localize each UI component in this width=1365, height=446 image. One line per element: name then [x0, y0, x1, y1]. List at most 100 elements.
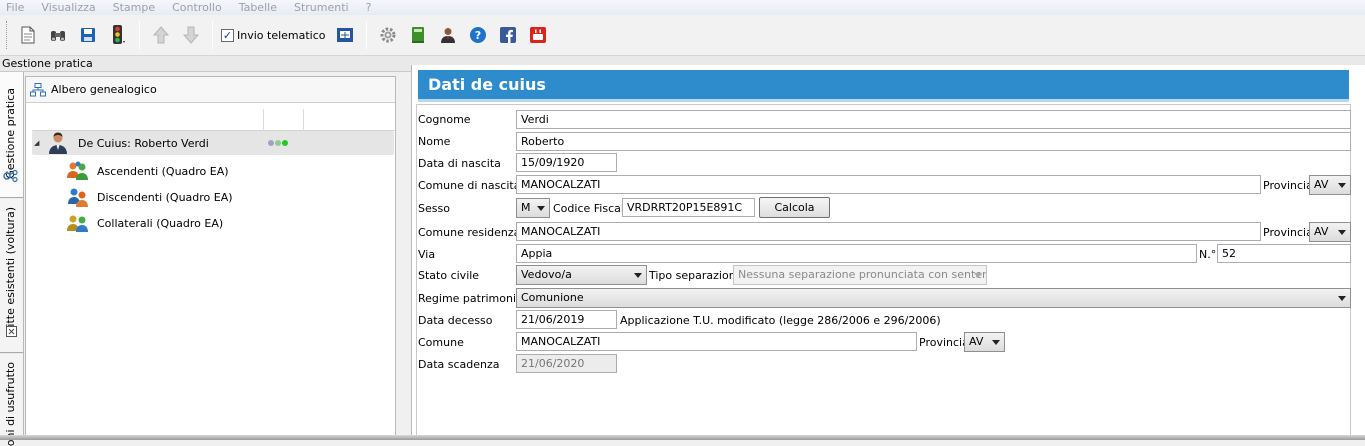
data-nascita-input[interactable]: 15/09/1920: [516, 153, 617, 172]
cognome-label: Cognome: [418, 113, 471, 126]
provincia-nascita-label: Provincia: [1263, 179, 1313, 192]
via-input[interactable]: Appia: [516, 244, 1197, 263]
ditte-icon: [6, 326, 17, 337]
chevron-down-icon: [1338, 183, 1346, 188]
tree-column[interactable]: [264, 109, 304, 131]
codice-fiscale-label: Codice Fiscale: [553, 202, 631, 215]
tab-usufrutto-label: oni di usufrutto: [4, 362, 17, 446]
toolbar-separator: [365, 21, 367, 49]
facebook-icon[interactable]: [495, 22, 521, 48]
provincia-residenza-label: Provincia: [1263, 226, 1313, 239]
sesso-value: M: [521, 201, 531, 214]
form-title: Dati de cuius: [418, 70, 1349, 102]
menu-controllo[interactable]: Controllo: [172, 1, 222, 14]
stato-civile-label: Stato civile: [418, 269, 480, 282]
provincia-nascita-select[interactable]: AV: [1309, 175, 1351, 195]
sesso-label: Sesso: [418, 202, 450, 215]
tree-item-collaterali[interactable]: Collaterali (Quadro EA): [66, 211, 223, 235]
stato-civile-value: Vedovo/a: [521, 268, 572, 281]
tab-ditte-esistenti[interactable]: Ditte esistenti (voltura): [0, 199, 23, 353]
user-icon[interactable]: [435, 22, 461, 48]
arrow-down-icon[interactable]: [178, 22, 204, 48]
green-book-icon[interactable]: [405, 22, 431, 48]
tipo-separazione-label: Tipo separazione: [649, 269, 743, 282]
sesso-select[interactable]: M: [516, 198, 550, 218]
comune-residenza-input[interactable]: MANOCALZATI: [516, 222, 1261, 241]
stato-civile-select[interactable]: Vedovo/a: [516, 265, 647, 285]
toolbar-grip[interactable]: [6, 21, 9, 49]
help-icon[interactable]: ?: [465, 22, 491, 48]
regime-patrimoniale-value: Comunione: [521, 291, 584, 304]
comune-input[interactable]: MANOCALZATI: [516, 332, 917, 351]
comune-label: Comune: [418, 336, 464, 349]
applicazione-tu-note: Applicazione T.U. modificato (legge 286/…: [620, 314, 941, 327]
new-document-icon[interactable]: [15, 22, 41, 48]
chevron-down-icon: [992, 340, 1000, 345]
via-label: Via: [418, 248, 436, 261]
binoculars-icon[interactable]: [45, 22, 71, 48]
menu-bar: File Visualizza Stampe Controllo Tabelle…: [0, 0, 1365, 15]
provincia-residenza-select[interactable]: AV: [1309, 222, 1351, 242]
tipo-separazione-select[interactable]: Nessuna separazione pronunciata con sent…: [733, 265, 987, 285]
tree-root-de-cuius[interactable]: ◢ De Cuius: Roberto Verdi: [32, 131, 394, 155]
albero-genealogico-label: Albero genealogico: [51, 83, 157, 96]
person-icon: [49, 132, 67, 154]
invio-telematico-checkbox[interactable]: ✓: [221, 28, 234, 42]
window-bottom-edge: [0, 435, 1365, 440]
invio-telematico-toggle[interactable]: ✓ Invio telematico: [221, 28, 326, 42]
chevron-down-icon: [537, 206, 545, 211]
cognome-input[interactable]: Verdi: [516, 110, 1351, 129]
chevron-down-icon: [1338, 296, 1346, 301]
tree-column-header: [32, 109, 395, 131]
menu-strumenti[interactable]: Strumenti: [294, 1, 349, 14]
tree-network-icon: [3, 170, 18, 182]
nome-input[interactable]: Roberto: [516, 132, 1351, 151]
data-nascita-label: Data di nascita: [418, 157, 501, 170]
regime-patrimoniale-select[interactable]: Comunione: [516, 288, 1351, 308]
data-decesso-input[interactable]: 21/06/2019: [516, 310, 617, 329]
numero-civico-label: N.°: [1199, 248, 1217, 261]
data-scadenza-input[interactable]: 21/06/2020: [516, 354, 617, 373]
tree-item-ascendenti[interactable]: Ascendenti (Quadro EA): [66, 159, 229, 183]
data-decesso-label: Data decesso: [418, 314, 493, 327]
tab-usufrutto[interactable]: oni di usufrutto: [0, 354, 23, 446]
comune-nascita-input[interactable]: MANOCALZATI: [516, 175, 1261, 194]
status-dot: [282, 140, 288, 146]
tree-column[interactable]: [32, 109, 264, 131]
menu-tabelle[interactable]: Tabelle: [239, 1, 277, 14]
tab-ditte-esistenti-label: Ditte esistenti (voltura): [4, 207, 17, 336]
nome-label: Nome: [418, 135, 451, 148]
traffic-light-icon[interactable]: [105, 22, 131, 48]
tree-expander[interactable]: ◢: [34, 139, 46, 147]
panel-splitter[interactable]: [397, 72, 411, 440]
provincia-decesso-label: Provincia: [919, 336, 969, 349]
menu-file[interactable]: File: [6, 1, 24, 14]
calcola-button[interactable]: Calcola: [759, 197, 830, 218]
tree-item-label: Collaterali (Quadro EA): [97, 216, 224, 230]
arrow-up-icon[interactable]: [148, 22, 174, 48]
provincia-decesso-select[interactable]: AV: [964, 332, 1005, 352]
svg-text:?: ?: [474, 29, 480, 42]
menu-stampe[interactable]: Stampe: [113, 1, 156, 14]
comune-nascita-label: Comune di nascita: [418, 179, 521, 192]
menu-visualizza[interactable]: Visualizza: [41, 1, 95, 14]
youtube-icon[interactable]: [525, 22, 551, 48]
dati-de-cuius-form: Cognome Verdi Nome Roberto Data di nasci…: [416, 104, 1351, 440]
codice-fiscale-input[interactable]: VRDRRT20P15E891C: [622, 198, 755, 217]
albero-genealogico-header[interactable]: Albero genealogico: [26, 77, 395, 103]
tab-gestione-pratica[interactable]: Gestione pratica: [0, 72, 23, 198]
data-scadenza-label: Data scadenza: [418, 358, 500, 371]
tree-item-discendenti[interactable]: Discendenti (Quadro EA): [66, 185, 233, 209]
save-icon[interactable]: [75, 22, 101, 48]
numero-civico-input[interactable]: 52: [1217, 244, 1351, 263]
tab-gestione-pratica-label: Gestione pratica: [4, 88, 17, 179]
toolbar-separator: [139, 21, 140, 49]
invio-telematico-label: Invio telematico: [237, 28, 326, 42]
group-people-icon: [67, 215, 88, 232]
menu-help[interactable]: ?: [366, 1, 372, 14]
telematic-send-icon[interactable]: [332, 22, 358, 48]
provincia-residenza-value: AV: [1314, 225, 1329, 238]
gear-icon[interactable]: [375, 22, 401, 48]
group-people-icon: [67, 161, 88, 180]
status-dot: [275, 140, 281, 146]
